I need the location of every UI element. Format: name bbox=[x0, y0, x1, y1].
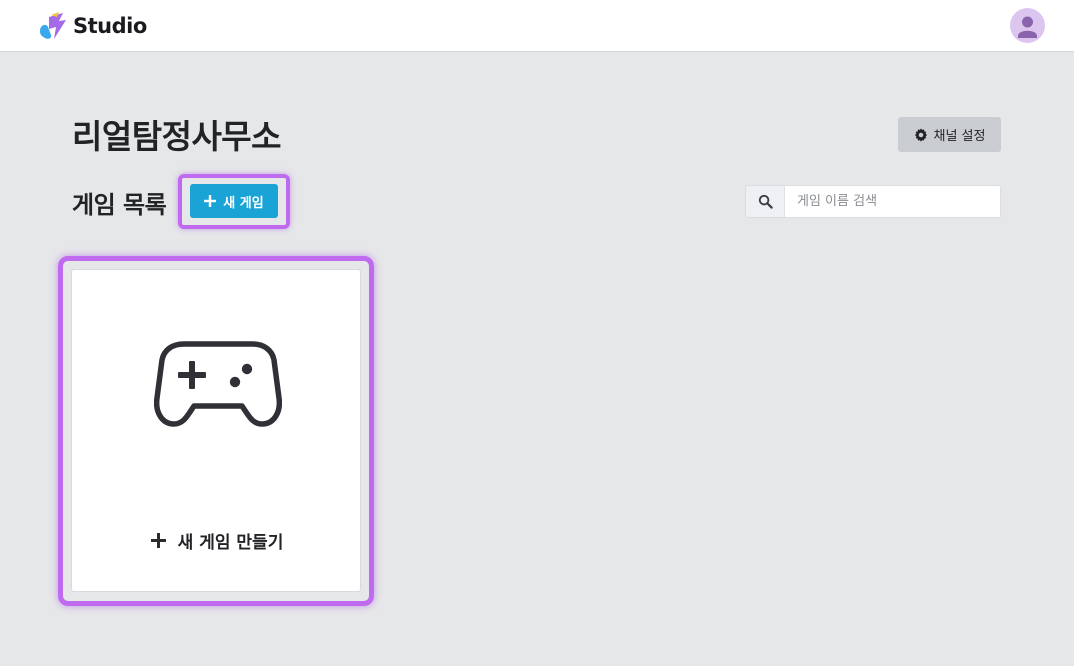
gear-icon bbox=[914, 127, 927, 142]
logo-text: Studio bbox=[73, 14, 147, 38]
studio-logo[interactable]: Studio bbox=[37, 10, 147, 42]
plus-icon bbox=[150, 533, 166, 548]
channel-settings-label: 채널 설정 bbox=[933, 129, 986, 144]
gamepad-icon bbox=[154, 341, 282, 427]
new-game-card-label-row: 새 게임 만들기 bbox=[72, 528, 362, 553]
new-game-card[interactable]: 새 게임 만들기 bbox=[71, 269, 361, 592]
new-game-button-label: 새 게임 bbox=[223, 195, 264, 211]
new-game-card-label: 새 게임 만들기 bbox=[177, 533, 284, 553]
game-list-title: 게임 목록 bbox=[72, 191, 167, 219]
channel-settings-button[interactable]: 채널 설정 bbox=[898, 117, 1001, 152]
user-avatar[interactable] bbox=[1010, 8, 1045, 43]
top-navigation-bar: Studio bbox=[0, 0, 1074, 52]
plus-icon bbox=[204, 195, 217, 207]
new-game-button[interactable]: 새 게임 bbox=[190, 184, 278, 218]
user-avatar-icon bbox=[1018, 16, 1037, 38]
gamepad-icon-container bbox=[154, 340, 282, 432]
studio-logo-icon bbox=[40, 12, 66, 39]
game-search-box bbox=[745, 185, 1001, 218]
channel-title: 리얼탐정사무소 bbox=[72, 117, 282, 156]
game-search-input[interactable] bbox=[785, 186, 1000, 217]
search-icon bbox=[758, 194, 773, 209]
search-icon-container bbox=[746, 186, 785, 217]
